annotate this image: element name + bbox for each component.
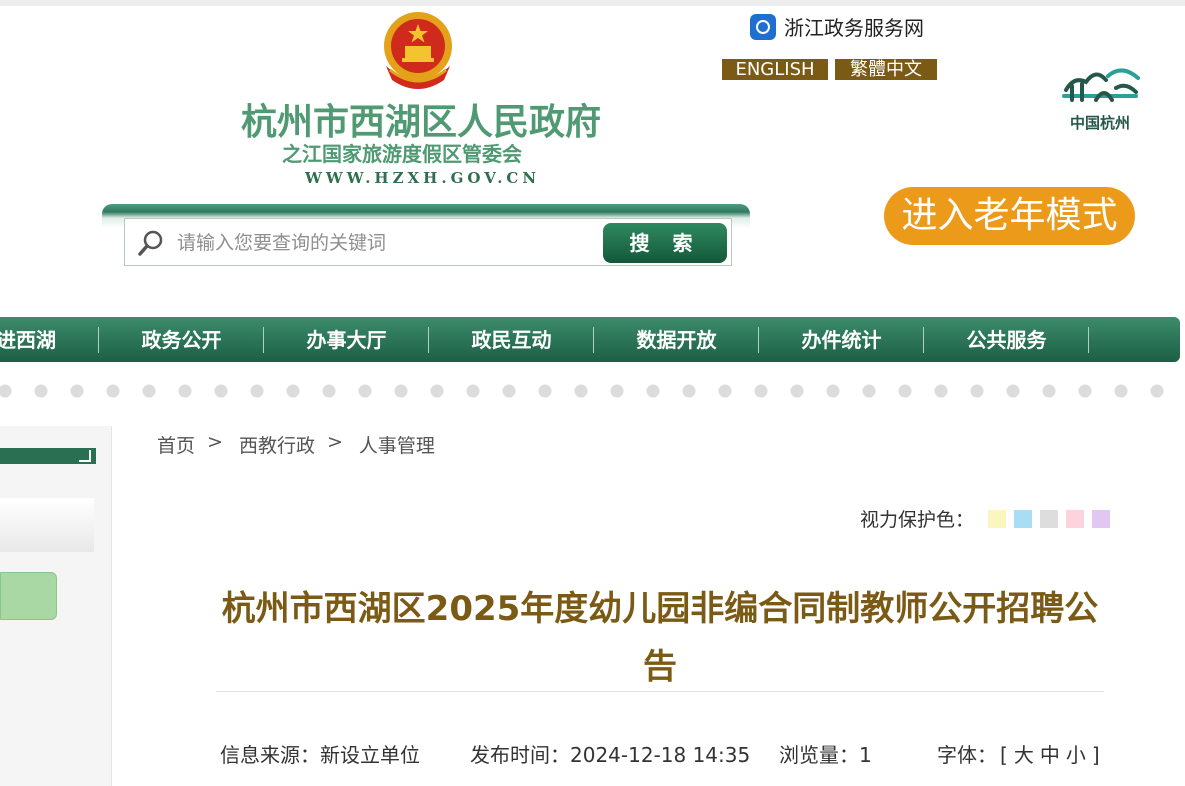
english-link[interactable]: ENGLISH <box>722 59 828 80</box>
font-bracket-open: [ <box>1000 743 1008 767</box>
eye-care-swatch-gray[interactable] <box>1040 509 1059 528</box>
nav-item-service-hall[interactable]: 办事大厅 <box>264 317 429 362</box>
eye-care-label: 视力保护色： <box>860 509 975 531</box>
title-divider <box>216 691 1104 692</box>
zj-service-icon <box>750 13 776 40</box>
nav-item-open-data[interactable]: 数据开放 <box>594 317 759 362</box>
eye-care-swatch-yellow[interactable] <box>988 509 1007 528</box>
breadcrumb-xijiao[interactable]: 西教行政 <box>239 431 315 458</box>
top-border <box>0 0 1185 6</box>
site-url: WWW.HZXH.GOV.CN <box>305 169 541 187</box>
nav-item-label: 进西湖 <box>0 328 56 352</box>
nav-item-interaction[interactable]: 政民互动 <box>429 317 594 362</box>
nav-item-label: 办事大厅 <box>306 328 387 352</box>
nav-item-public-service[interactable]: 公共服务 <box>924 317 1089 362</box>
font-size-small[interactable]: 小 <box>1066 743 1086 767</box>
search-input[interactable] <box>175 227 599 259</box>
article-publish-time: 发布时间：2024-12-18 14:35 <box>470 743 751 767</box>
main-nav: 进西湖 政务公开 办事大厅 政民互动 数据开放 办件统计 公共服务 <box>0 317 1180 362</box>
font-size-selector: 字体：[大中小] <box>937 739 1103 768</box>
sidebar-item[interactable] <box>0 498 94 552</box>
elder-mode-button[interactable]: 进入老年模式 <box>884 187 1135 245</box>
search-button[interactable]: 搜 索 <box>603 223 727 263</box>
breadcrumb: 首页 > 西教行政 > 人事管理 <box>157 431 435 458</box>
search-box: 搜 索 <box>124 218 732 266</box>
sidebar-item-active[interactable] <box>0 572 57 620</box>
nav-item-case-stats[interactable]: 办件统计 <box>759 317 924 362</box>
nav-item-label: 公共服务 <box>966 328 1047 352</box>
nav-item-gov-open[interactable]: 政务公开 <box>99 317 264 362</box>
nav-item-label: 政务公开 <box>141 328 222 352</box>
search-bar: 搜 索 <box>102 204 750 272</box>
font-size-medium[interactable]: 中 <box>1040 743 1060 767</box>
search-icon <box>138 230 163 256</box>
nav-item-label: 办件统计 <box>801 328 882 352</box>
zj-service-link[interactable]: 浙江政务服务网 <box>750 12 924 41</box>
hangzhou-logo-icon <box>1062 68 1140 102</box>
zj-service-label: 浙江政务服务网 <box>784 16 924 40</box>
eye-care-swatch-pink[interactable] <box>1066 509 1085 528</box>
dotted-divider <box>0 383 1185 399</box>
breadcrumb-home[interactable]: 首页 <box>157 431 195 458</box>
eye-care-swatch-purple[interactable] <box>1092 509 1111 528</box>
article-title: 杭州市西湖区2025年度幼儿园非编合同制教师公开招聘公告 <box>221 589 1099 687</box>
eye-care-swatch-blue[interactable] <box>1014 509 1033 528</box>
font-size-large[interactable]: 大 <box>1014 743 1034 767</box>
nav-item-label: 政民互动 <box>471 328 552 352</box>
nav-item-label: 数据开放 <box>636 328 717 352</box>
article-views: 浏览量：1 <box>779 743 872 767</box>
article-source: 信息来源：新设立单位 <box>220 743 420 767</box>
hangzhou-logo: 中国杭州 <box>1052 56 1148 136</box>
font-bracket-close: ] <box>1091 743 1100 767</box>
eye-care-selector: 视力保护色： <box>860 505 1111 532</box>
corner-icon <box>79 450 91 462</box>
hangzhou-logo-text: 中国杭州 <box>1069 114 1130 132</box>
breadcrumb-separator: > <box>207 431 223 453</box>
breadcrumb-personnel[interactable]: 人事管理 <box>359 431 435 458</box>
nav-item-xihu[interactable]: 进西湖 <box>0 317 99 362</box>
sidebar <box>0 426 112 786</box>
national-emblem-icon <box>384 12 452 89</box>
breadcrumb-separator: > <box>326 431 343 453</box>
traditional-chinese-link[interactable]: 繁體中文 <box>835 59 937 80</box>
font-size-label: 字体： <box>937 743 997 767</box>
site-subtitle: 之江国家旅游度假区管委会 <box>282 142 522 166</box>
